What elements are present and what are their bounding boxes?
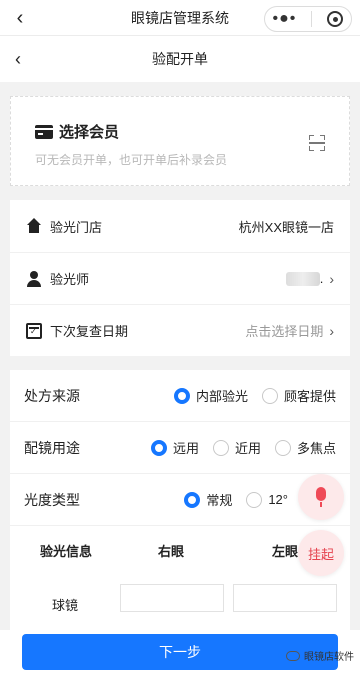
recheck-date-label: 下次复查日期 (50, 324, 129, 339)
power-type-label: 光度类型 (24, 491, 80, 508)
usage-label: 配镜用途 (24, 439, 80, 456)
radio-circle (261, 387, 278, 404)
optometrist-value: . (319, 271, 324, 286)
scan-icon[interactable] (309, 135, 325, 151)
optometrist-name-blurred (285, 271, 320, 286)
source-label: 处方来源 (24, 387, 80, 404)
radio-label: 远用 (172, 441, 199, 456)
radio-label: 近用 (234, 441, 261, 456)
header-left-eye: 左眼 (272, 543, 299, 559)
radio-label: 常规 (206, 493, 233, 508)
radio-circle (274, 439, 291, 456)
radio-label: 多焦点 (296, 441, 336, 456)
hang-up-button[interactable]: 挂起 (298, 530, 344, 576)
radio-distance[interactable]: 远用 (150, 438, 199, 457)
microphone-icon (315, 487, 327, 507)
more-dots-icon[interactable]: •●• (273, 11, 297, 27)
app-title: 眼镜店管理系统 (131, 9, 229, 26)
chevron-right-icon: › (329, 270, 334, 287)
radio-label: 顾客提供 (283, 389, 336, 404)
watermark: 眼镜店软件 (286, 648, 354, 663)
optometrist-label: 验光师 (50, 272, 90, 287)
watermark-text: 眼镜店软件 (304, 652, 354, 663)
radio-customer-provided[interactable]: 顾客提供 (261, 386, 336, 405)
header-right-eye: 右眼 (158, 543, 185, 559)
radio-circle (246, 491, 263, 508)
home-icon (26, 218, 42, 234)
page-nav-bar: ‹ 验配开单 (0, 36, 360, 82)
wechat-title-bar: ‹ 眼镜店管理系统 •●• (0, 0, 360, 36)
store-row[interactable]: 验光门店 杭州XX眼镜一店 (10, 200, 350, 252)
recheck-date-row[interactable]: 下次复查日期 点击选择日期 › (10, 304, 350, 356)
page-title: 验配开单 (152, 51, 208, 67)
usage-row: 配镜用途 远用 近用 多焦点 (10, 422, 350, 474)
member-card-hint: 可无会员开单，也可开单后补录会员 (35, 153, 228, 167)
radio-circle (184, 491, 201, 508)
wechat-back-icon[interactable]: ‹ (8, 6, 32, 30)
radio-multifocal[interactable]: 多焦点 (274, 438, 336, 457)
radio-circle (212, 439, 229, 456)
sphere-label: 球镜 (52, 598, 79, 613)
sphere-row: 球镜 (10, 582, 350, 626)
store-label: 验光门店 (50, 219, 103, 235)
voice-input-button[interactable] (298, 474, 344, 520)
member-card-header: 选择会员 (35, 121, 119, 142)
back-icon[interactable]: ‹ (6, 47, 30, 71)
exam-info-card: 验光门店 杭州XX眼镜一店 验光师 . › 下次复查日期 点击选择日期 › (10, 200, 350, 356)
radio-circle (173, 387, 190, 404)
select-member-card[interactable]: 选择会员 可无会员开单，也可开单后补录会员 (10, 96, 350, 186)
sphere-right-input[interactable] (120, 584, 224, 612)
sphere-left-input[interactable] (233, 584, 337, 612)
optometrist-row[interactable]: 验光师 . › (10, 252, 350, 304)
recheck-date-placeholder: 点击选择日期 (245, 324, 324, 339)
radio-label: 12° (268, 492, 288, 507)
wechat-logo-icon (286, 650, 300, 661)
radio-circle (150, 439, 167, 456)
member-card-icon (35, 124, 53, 139)
header-exam-info: 验光信息 (40, 543, 93, 559)
calendar-icon (26, 322, 42, 339)
member-card-title: 选择会员 (59, 124, 120, 141)
capsule-divider (311, 11, 313, 27)
target-icon[interactable] (327, 11, 344, 27)
store-value: 杭州XX眼镜一店 (238, 219, 334, 235)
radio-near[interactable]: 近用 (212, 438, 261, 457)
source-row: 处方来源 内部验光 顾客提供 (10, 370, 350, 422)
radio-label: 内部验光 (195, 389, 248, 404)
radio-regular[interactable]: 常规 (184, 490, 232, 509)
wechat-capsule: •●• (264, 6, 352, 32)
user-icon (26, 270, 42, 287)
chevron-right-icon: › (329, 322, 334, 339)
radio-internal-exam[interactable]: 内部验光 (173, 386, 248, 405)
radio-12-degree[interactable]: 12° (246, 491, 288, 508)
